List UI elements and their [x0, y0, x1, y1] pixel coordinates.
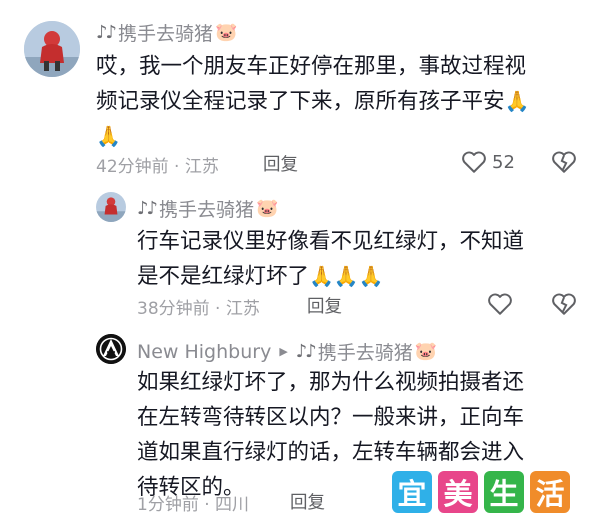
author-name: 携手去骑猪	[117, 23, 213, 45]
music-note-icon: ♪♪	[96, 22, 117, 43]
reply-button[interactable]: 回复	[263, 151, 298, 176]
avatar[interactable]	[96, 334, 126, 364]
comment-line: 是不是红绿灯坏了🙏🙏🙏	[137, 259, 587, 294]
comment-line: 如果红绿灯坏了，那为什么视频拍摄者还	[137, 370, 525, 395]
comment-line: 哎，我一个朋友车正好停在那里，事故过程视	[96, 54, 527, 79]
heart-outline-icon[interactable]	[461, 150, 487, 174]
avatar-image	[24, 21, 80, 77]
pig-emoji-icon: 🐷	[215, 22, 238, 43]
pray-emoji-icon: 🙏	[333, 264, 359, 288]
comment-author[interactable]: ♪♪ 携手去骑猪 🐷	[137, 195, 278, 222]
comment-line: 在左转弯待转区以内？一般来讲，正向车	[137, 405, 525, 430]
reply-button[interactable]: 回复	[307, 293, 342, 318]
comment-author[interactable]: New Highbury ▶ ♪♪ 携手去骑猪 🐷	[137, 338, 437, 365]
comment-line: 🙏	[96, 119, 586, 154]
author-name: 携手去骑猪	[158, 199, 254, 221]
comment-author[interactable]: ♪♪ 携手去骑猪 🐷	[96, 19, 237, 46]
avatar-image	[96, 192, 126, 222]
heart-outline-icon[interactable]	[487, 292, 513, 316]
pray-emoji-icon: 🙏	[309, 264, 334, 288]
comment-meta: 1分钟前 · 四川	[137, 495, 250, 515]
comment-line: 频记录仪全程记录了下来，原所有孩子平安🙏	[96, 84, 586, 119]
author-name: New Highbury	[137, 340, 272, 363]
broken-heart-icon[interactable]	[551, 292, 577, 316]
watermark-char: 生	[484, 471, 524, 513]
watermark-char: 宜	[392, 471, 432, 513]
linkin-park-logo-icon	[96, 334, 126, 364]
comment-line: 行车记录仪里好像看不见红绿灯，不知道	[137, 229, 525, 254]
comment-line: 道如果直行绿灯的话，左转车辆都会进入	[137, 440, 525, 465]
comment-line-text: 频记录仪全程记录了下来，原所有孩子平安	[96, 89, 505, 114]
like-count: 52	[492, 152, 515, 173]
pray-emoji-icon: 🙏	[358, 264, 384, 288]
music-note-icon: ♪♪	[137, 198, 158, 219]
pray-emoji-icon: 🙏	[96, 124, 121, 148]
reply-arrow-icon: ▶	[279, 345, 288, 358]
comment-meta: 38分钟前 · 江苏	[137, 299, 260, 319]
avatar[interactable]	[24, 21, 80, 77]
comment-text: 哎，我一个朋友车正好停在那里，事故过程视 频记录仪全程记录了下来，原所有孩子平安…	[96, 49, 586, 154]
music-note-icon: ♪♪	[295, 341, 317, 362]
comment-line-text: 是不是红绿灯坏了	[137, 264, 310, 289]
pray-emoji-icon: 🙏	[504, 89, 530, 113]
reply-button[interactable]: 回复	[290, 489, 325, 514]
avatar[interactable]	[96, 192, 126, 222]
watermark-char: 活	[530, 471, 570, 513]
broken-heart-icon[interactable]	[551, 150, 577, 174]
comment-meta: 42分钟前 · 江苏	[96, 157, 219, 177]
comment-text: 行车记录仪里好像看不见红绿灯，不知道 是不是红绿灯坏了🙏🙏🙏	[137, 224, 587, 294]
watermark: 宜 美 生 活	[392, 471, 570, 513]
watermark-char: 美	[438, 471, 478, 513]
pig-emoji-icon: 🐷	[256, 198, 279, 219]
reply-to-name: 携手去骑猪	[317, 342, 413, 364]
pig-emoji-icon: 🐷	[414, 341, 438, 362]
